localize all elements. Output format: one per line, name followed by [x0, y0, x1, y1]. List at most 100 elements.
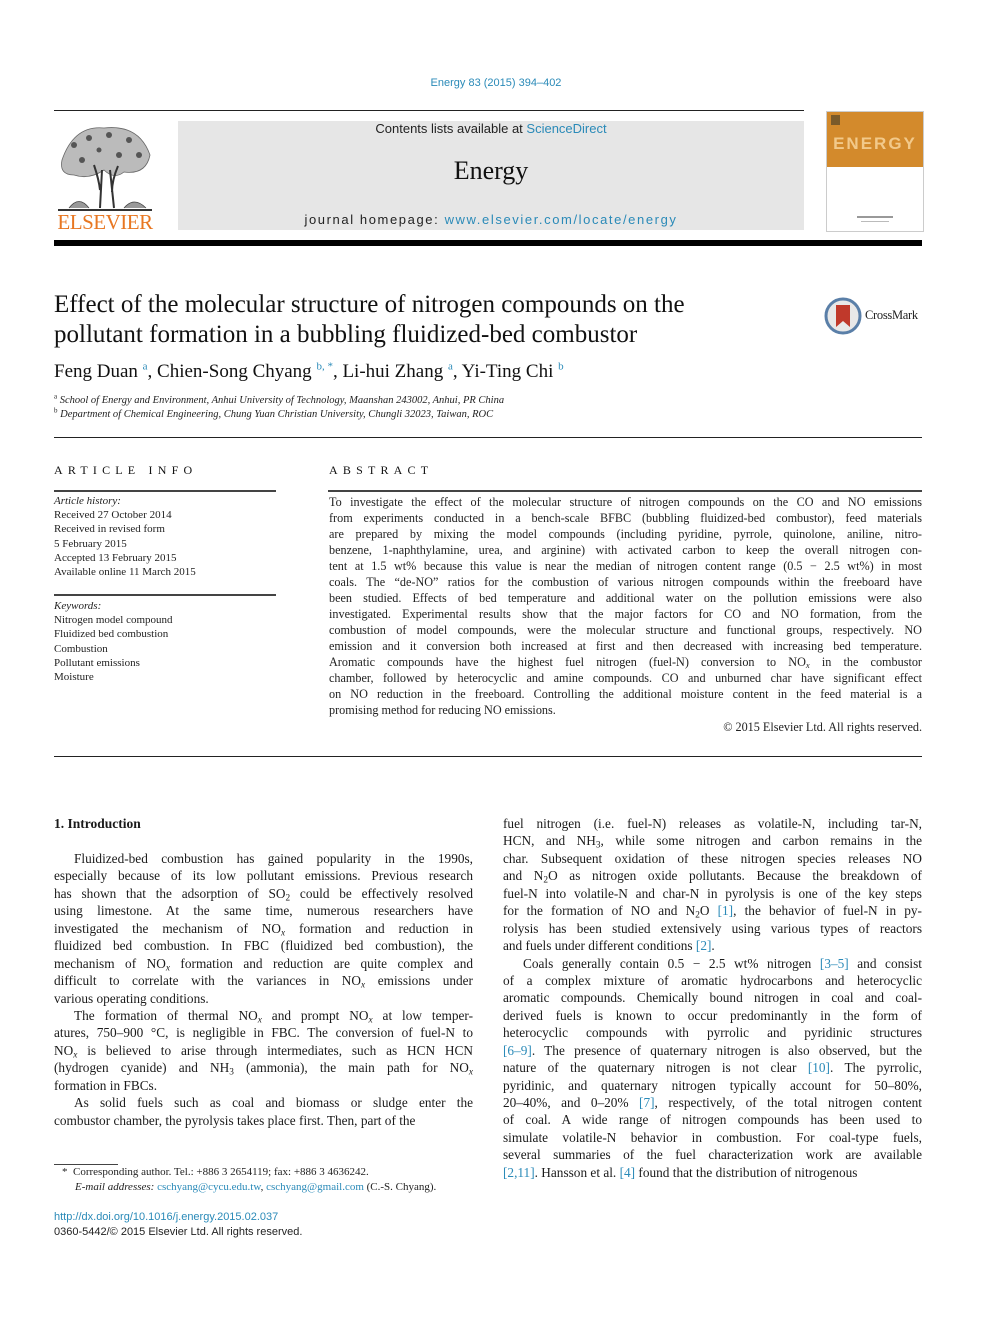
body-text: investigated the mechanism of NO: [54, 920, 281, 936]
body-line: formation in FBCs.: [54, 1077, 158, 1093]
citation-link[interactable]: [7]: [639, 1095, 655, 1110]
author-name[interactable]: Chien-Song Chyang: [157, 361, 312, 382]
body-line: aromatic compounds. Chemically bound nit…: [503, 990, 922, 1006]
citation-link[interactable]: [2]: [696, 938, 712, 953]
body-text: O as nitrogen oxide pollutants. Because …: [548, 868, 922, 884]
body-text: The formation of thermal NO: [74, 1007, 258, 1023]
body-line: fluidized bed combustion. In FBC (fluidi…: [54, 938, 473, 954]
body-text: and fuels under different conditions: [503, 938, 696, 954]
body-line: of coal. A wide range of nitrogen compou…: [503, 1112, 922, 1128]
affiliation-key: b: [54, 406, 58, 415]
article-history: Article history: Received 27 October 201…: [54, 494, 196, 579]
history-label: Article history:: [54, 495, 121, 507]
author-affiliation-marker[interactable]: a: [448, 361, 453, 373]
keyword[interactable]: Pollutant emissions: [54, 656, 173, 670]
body-line: As solid fuels such as coal and biomass …: [74, 1095, 473, 1111]
body-line: [6–9]. The presence of quaternary nitrog…: [503, 1042, 922, 1059]
body-line: heterocyclic compounds with pyrrolic and…: [503, 1025, 922, 1041]
history-item: Available online 11 March 2015: [54, 566, 196, 579]
abstract-line: from experiments conducted in a bench-sc…: [329, 511, 922, 525]
body-text: . The pyrrolic,: [829, 1060, 922, 1076]
cover-footer-mark-2: [861, 221, 889, 222]
keywords-label: Keywords:: [54, 600, 102, 612]
keyword[interactable]: Nitrogen model compound: [54, 613, 173, 627]
sciencedirect-link[interactable]: ScienceDirect: [526, 121, 606, 136]
body-text: , the behavior of fuel-N in py-: [733, 903, 922, 919]
abstract-line: promising method for reducing NO emissio…: [329, 703, 556, 717]
body-text: Coals generally contain 0.5 − 2.5 wt% ni…: [523, 955, 820, 971]
body-text: .: [711, 938, 715, 954]
body-text: and consist: [848, 955, 922, 971]
abstract-line: chamber, followed by heterocyclic and am…: [329, 671, 922, 685]
affiliation-a: a School of Energy and Environment, Anhu…: [54, 393, 504, 406]
body-line: 20–40%, and 0–20% [7], respectively, of …: [503, 1094, 922, 1111]
body-text: emissions under: [365, 973, 473, 989]
body-line: various operating conditions.: [54, 990, 209, 1006]
body-line: of a complex mixture of aromatic hydroca…: [503, 972, 922, 988]
abstract-line: been studied. Effects of bed temperature…: [329, 591, 922, 605]
citation-link[interactable]: [1]: [718, 903, 734, 918]
abstract-line: are prepared by mixing the model compoun…: [329, 527, 922, 541]
doi-link[interactable]: http://dx.doi.org/10.1016/j.energy.2015.…: [54, 1211, 278, 1223]
email-suffix: (C.-S. Chyang).: [366, 1181, 437, 1193]
citation-link[interactable]: [2,11]: [503, 1165, 535, 1180]
journal-homepage-line: journal homepage: www.elsevier.com/locat…: [178, 212, 804, 227]
body-line: for the formation of NO and N2O [1], the…: [503, 902, 922, 920]
body-text: O: [699, 903, 718, 919]
body-line: several summaries of the fuel characteri…: [503, 1147, 922, 1163]
citation-link[interactable]: [6–9]: [503, 1043, 532, 1058]
body-text: (hydrogen cyanide) and NH: [54, 1060, 230, 1076]
email-link-1[interactable]: cschyang@cycu.edu.tw: [157, 1181, 261, 1193]
journal-cover-thumbnail[interactable]: ENERGY: [826, 111, 924, 232]
body-text: is believed to arise through intermediat…: [77, 1042, 473, 1058]
author-name[interactable]: Li-hui Zhang: [342, 361, 443, 382]
body-text: NO: [54, 1042, 74, 1058]
email-link-2[interactable]: cschyang@gmail.com: [266, 1181, 364, 1193]
body-line: (hydrogen cyanide) and NH3 (ammonia), th…: [54, 1059, 473, 1078]
keyword[interactable]: Moisture: [54, 670, 173, 684]
email-footnote: E-mail addresses: cschyang@cycu.edu.tw, …: [75, 1181, 437, 1193]
crossmark-badge[interactable]: CrossMark: [824, 296, 924, 336]
abstract-copyright: © 2015 Elsevier Ltd. All rights reserved…: [723, 720, 922, 734]
citation-link[interactable]: [4]: [620, 1165, 636, 1180]
body-text: for the formation of NO and N: [503, 903, 696, 919]
author-name[interactable]: Feng Duan: [54, 361, 138, 382]
body-line: nature of the quaternary nitrogen is not…: [503, 1059, 922, 1076]
subscript: x: [468, 1067, 473, 1078]
abstract-line: investigated. Experimental results show …: [329, 607, 922, 621]
body-text: and prompt NO: [261, 1007, 369, 1023]
journal-homepage-link[interactable]: www.elsevier.com/locate/energy: [445, 212, 678, 227]
body-text: formation and reduction in: [285, 920, 473, 936]
section-heading-introduction: 1. Introduction: [54, 816, 141, 831]
cover-title: ENERGY: [833, 134, 917, 153]
citation-link[interactable]: [10]: [808, 1060, 830, 1075]
author-name[interactable]: Yi-Ting Chi: [462, 361, 554, 382]
body-line: combustor chamber, the pyrolysis takes p…: [54, 1112, 416, 1128]
journal-citation[interactable]: Energy 83 (2015) 394–402: [0, 77, 992, 89]
body-text: mechanism of NO: [54, 955, 166, 971]
author-affiliation-marker[interactable]: a: [143, 361, 148, 373]
body-line: [2,11]. Hansson et al. [4] found that th…: [503, 1164, 922, 1181]
keyword[interactable]: Combustion: [54, 642, 173, 656]
body-line: investigated the mechanism of NOx format…: [54, 920, 473, 938]
abstract-line: tent at 1.5 wt% because this value is ne…: [329, 559, 922, 573]
footnote-text: Corresponding author. Tel.: +886 3 26541…: [73, 1166, 369, 1178]
affiliation-divider: [54, 437, 922, 438]
keywords-rule: [54, 594, 276, 596]
body-line: HCN, and NH3, while some nitrogen and ca…: [503, 832, 922, 850]
keyword[interactable]: Fluidized bed combustion: [54, 627, 173, 641]
history-item: Received 27 October 2014: [54, 509, 172, 522]
contents-available-line: Contents lists available at ScienceDirec…: [178, 121, 804, 136]
body-line: Fluidized-bed combustion has gained popu…: [74, 851, 473, 866]
body-line: especially because of its low pollutant …: [54, 868, 473, 884]
author-affiliation-marker[interactable]: b: [558, 361, 564, 373]
article-title: Effect of the molecular structure of nit…: [54, 290, 814, 350]
history-item: Received in revised form: [54, 523, 165, 536]
author-affiliation-marker[interactable]: b, *: [316, 361, 333, 373]
body-text: could be effectively resolved: [290, 885, 473, 901]
body-line: NOx is believed to arise through interme…: [54, 1042, 473, 1060]
elsevier-wordmark[interactable]: ELSEVIER: [54, 210, 156, 235]
footnote-marker: *: [62, 1166, 68, 1178]
citation-link[interactable]: [3–5]: [820, 956, 849, 971]
abstract-line-text: in the combustor: [809, 655, 922, 669]
